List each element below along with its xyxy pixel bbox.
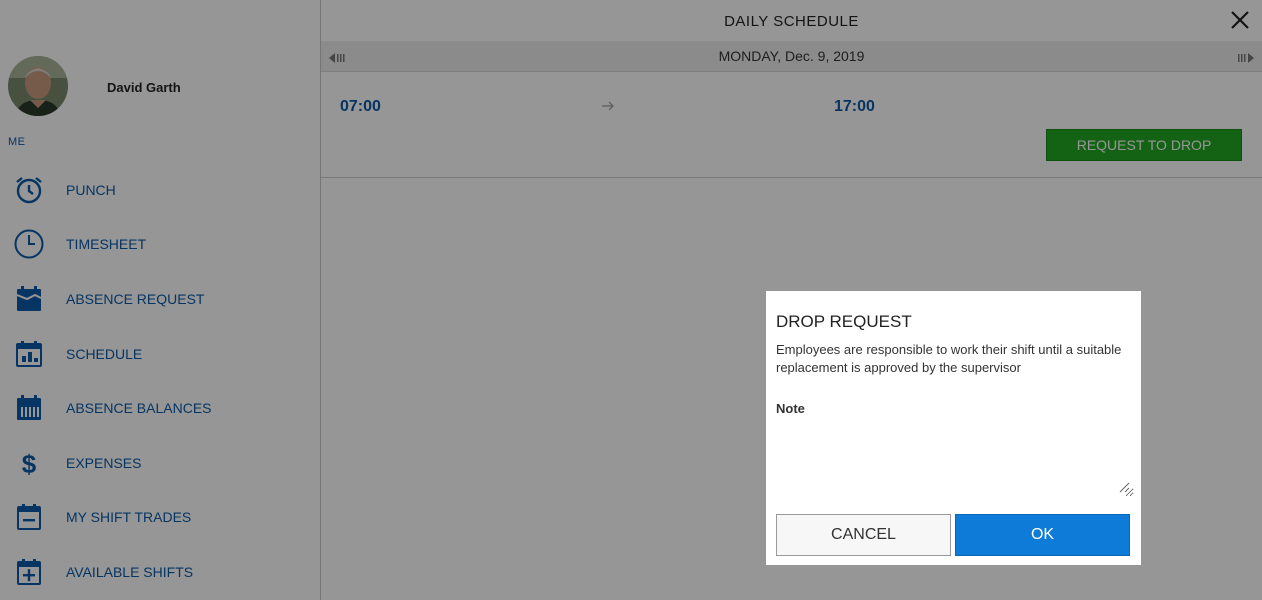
drop-request-dialog: DROP REQUEST Employees are responsible t… [766, 291, 1141, 565]
ok-button[interactable]: OK [955, 514, 1130, 556]
dialog-description: Employees are responsible to work their … [776, 342, 1122, 375]
note-textarea[interactable] [776, 419, 1134, 497]
note-label: Note [776, 401, 805, 416]
resize-grip-icon[interactable] [1119, 482, 1130, 493]
dialog-title: DROP REQUEST [776, 312, 912, 331]
cancel-button[interactable]: CANCEL [776, 514, 951, 556]
